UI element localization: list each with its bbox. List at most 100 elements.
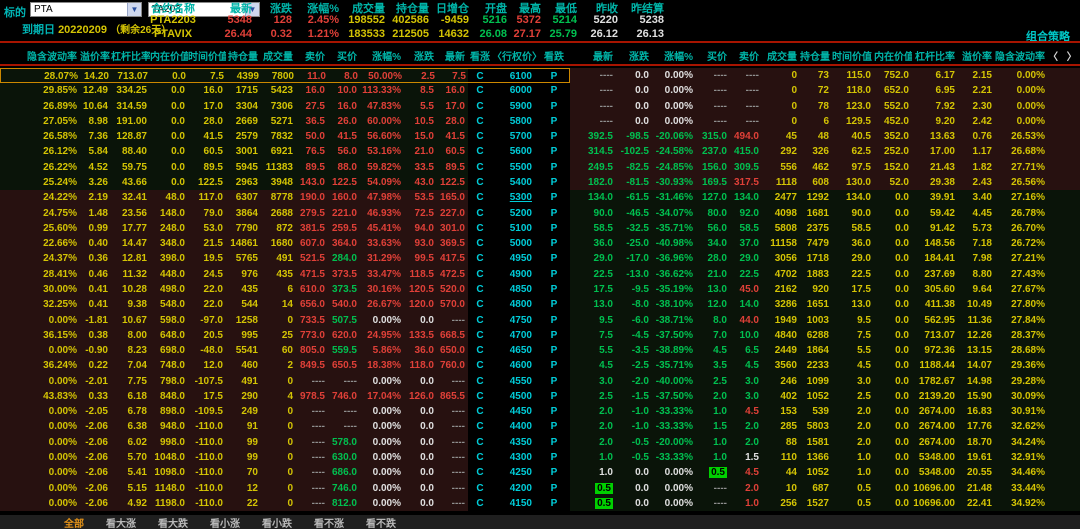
filter-tab-1[interactable]: 全部 bbox=[64, 515, 84, 529]
option-row-4200[interactable]: 0.00%-2.065.151148.0-110.0120----746.00.… bbox=[0, 481, 1080, 496]
option-row-5600[interactable]: 26.12%5.8488.400.060.53001692176.556.053… bbox=[0, 144, 1080, 159]
call-column-header[interactable]: 最新 bbox=[437, 44, 468, 64]
option-row-4650[interactable]: 0.00%-0.908.23698.0-48.0554160805.0559.5… bbox=[0, 343, 1080, 358]
strike-price[interactable]: 4800 bbox=[492, 297, 538, 312]
call-column-header[interactable]: 隐含波动率 bbox=[0, 44, 80, 64]
option-row-5200[interactable]: 24.75%1.4823.56148.079.038642688279.5221… bbox=[0, 206, 1080, 221]
option-row-4600[interactable]: 36.24%0.227.04748.012.04602849.5650.518.… bbox=[0, 358, 1080, 373]
strike-price[interactable]: 5700 bbox=[492, 129, 538, 144]
strike-column-header[interactable]: 看跌 bbox=[538, 44, 570, 64]
put-column-header[interactable]: 时间价值 bbox=[832, 44, 874, 64]
option-row-4150[interactable]: 0.00%-2.064.921198.0-110.0220----812.00.… bbox=[0, 496, 1080, 511]
strike-price[interactable]: 5800 bbox=[492, 114, 538, 129]
option-row-4700[interactable]: 36.15%0.388.00648.020.599525773.0620.024… bbox=[0, 328, 1080, 343]
put-column-header[interactable]: 涨跌 bbox=[616, 44, 652, 64]
option-row-4300[interactable]: 0.00%-2.065.701048.0-110.0990----630.00.… bbox=[0, 450, 1080, 465]
strike-price[interactable]: 5200 bbox=[492, 206, 538, 221]
filter-tab-3[interactable]: 看大跌 bbox=[158, 515, 188, 529]
put-column-header[interactable]: 持仓量 bbox=[800, 44, 832, 64]
put-column-header[interactable]: 卖价 bbox=[730, 44, 762, 64]
put-column-header[interactable]: 杠杆比率 bbox=[912, 44, 958, 64]
filter-tab-6[interactable]: 看不涨 bbox=[314, 515, 344, 529]
option-row-4450[interactable]: 0.00%-2.056.78898.0-109.52490--------0.0… bbox=[0, 404, 1080, 419]
filter-tab-7[interactable]: 看不跌 bbox=[366, 515, 396, 529]
chevron-down-icon[interactable]: ▼ bbox=[127, 3, 141, 16]
filter-tab-5[interactable]: 看小跌 bbox=[262, 515, 292, 529]
option-row-4800[interactable]: 32.25%0.419.38548.022.054414656.0540.026… bbox=[0, 297, 1080, 312]
strike-price[interactable]: 4500 bbox=[492, 389, 538, 404]
strike-price[interactable]: 5000 bbox=[492, 236, 538, 251]
call-column-header[interactable]: 卖价 bbox=[296, 44, 328, 64]
put-column-header[interactable]: 涨幅% bbox=[652, 44, 696, 64]
strike-price[interactable]: 4300 bbox=[492, 450, 538, 465]
strike-price[interactable]: 4350 bbox=[492, 435, 538, 450]
option-row-5400[interactable]: 25.24%3.2643.660.0122.529633948143.0122.… bbox=[0, 175, 1080, 190]
put-column-header[interactable]: 溢价率 bbox=[958, 44, 995, 64]
option-row-4900[interactable]: 28.41%0.4611.32448.024.5976435471.5373.5… bbox=[0, 267, 1080, 282]
strike-price[interactable]: 5300 bbox=[492, 190, 538, 205]
put-cell: 5.5 bbox=[832, 343, 874, 358]
strike-price[interactable]: 4850 bbox=[492, 282, 538, 297]
strike-price[interactable]: 4750 bbox=[492, 313, 538, 328]
put-column-header[interactable]: 内在价值 bbox=[874, 44, 912, 64]
filter-tab-4[interactable]: 看小涨 bbox=[210, 515, 240, 529]
option-row-4400[interactable]: 0.00%-2.066.38948.0-110.0910--------0.00… bbox=[0, 419, 1080, 434]
option-row-5700[interactable]: 26.58%7.36128.870.041.52579783250.041.55… bbox=[0, 129, 1080, 144]
strike-price[interactable]: 6000 bbox=[492, 83, 538, 98]
option-row-5800[interactable]: 27.05%8.98191.000.028.02669527136.526.06… bbox=[0, 114, 1080, 129]
call-column-header[interactable]: 溢价率 bbox=[80, 44, 111, 64]
option-row-6100[interactable]: 28.07%14.20713.070.07.54399780011.08.050… bbox=[0, 68, 1080, 83]
option-row-6000[interactable]: 29.85%12.49334.250.016.01715542316.010.0… bbox=[0, 83, 1080, 98]
put-column-header[interactable]: 隐含波动率 bbox=[995, 44, 1048, 64]
option-row-4950[interactable]: 24.37%0.3612.81398.019.55765491521.5284.… bbox=[0, 251, 1080, 266]
strike-price[interactable]: 4400 bbox=[492, 419, 538, 434]
option-row-4550[interactable]: 0.00%-2.017.75798.0-107.54910--------0.0… bbox=[0, 374, 1080, 389]
strike-price[interactable]: 4250 bbox=[492, 465, 538, 480]
strike-column-header[interactable]: 看涨 bbox=[468, 44, 492, 64]
strike-price[interactable]: 4950 bbox=[492, 251, 538, 266]
strike-price[interactable]: 4600 bbox=[492, 358, 538, 373]
call-column-header[interactable]: 涨跌 bbox=[404, 44, 437, 64]
put-column-header[interactable]: 买价 bbox=[696, 44, 730, 64]
option-row-4350[interactable]: 0.00%-2.066.02998.0-110.0990----578.00.0… bbox=[0, 435, 1080, 450]
option-row-4850[interactable]: 30.00%0.4110.28498.022.04356610.0373.530… bbox=[0, 282, 1080, 297]
option-row-4250[interactable]: 0.00%-2.065.411098.0-110.0700----686.00.… bbox=[0, 465, 1080, 480]
strike-price[interactable]: 6100 bbox=[492, 69, 538, 82]
put-column-header[interactable]: 成交量 bbox=[762, 44, 800, 64]
call-column-header[interactable]: 买价 bbox=[328, 44, 360, 64]
option-row-5100[interactable]: 25.60%0.9917.77248.053.07790872381.5259.… bbox=[0, 221, 1080, 236]
call-column-header[interactable]: 杠杆比率 bbox=[111, 44, 150, 64]
instrument-name[interactable]: PTAVIX bbox=[150, 28, 198, 41]
put-column-header[interactable]: 最新 bbox=[570, 44, 616, 64]
option-row-5000[interactable]: 22.66%0.4014.47348.021.5148611680607.036… bbox=[0, 236, 1080, 251]
option-row-5300[interactable]: 24.22%2.1932.4148.0117.063078778190.0160… bbox=[0, 190, 1080, 205]
call-column-header[interactable]: 内在价值 bbox=[150, 44, 188, 64]
option-row-4500[interactable]: 43.83%0.336.18848.017.52904978.5746.017.… bbox=[0, 389, 1080, 404]
call-column-header[interactable]: 涨幅% bbox=[360, 44, 404, 64]
strike-price[interactable]: 4900 bbox=[492, 267, 538, 282]
call-column-header[interactable]: 成交量 bbox=[261, 44, 296, 64]
strike-price[interactable]: 4650 bbox=[492, 343, 538, 358]
strike-price[interactable]: 5900 bbox=[492, 99, 538, 114]
strike-price[interactable]: 5600 bbox=[492, 144, 538, 159]
strike-price[interactable]: 4200 bbox=[492, 481, 538, 496]
strike-price[interactable]: 4450 bbox=[492, 404, 538, 419]
strike-column-header[interactable]: 〈行权价〉 bbox=[492, 44, 538, 64]
put-cell: -98.5 bbox=[616, 129, 652, 144]
strike-price[interactable]: 4550 bbox=[492, 374, 538, 389]
put-cell: 0.00% bbox=[652, 68, 696, 83]
option-row-5500[interactable]: 26.22%4.5259.750.089.559451138389.588.05… bbox=[0, 160, 1080, 175]
underlying-select[interactable]: PTA ▼ bbox=[30, 2, 142, 17]
option-row-4750[interactable]: 0.00%-1.8110.67598.0-97.012580733.5507.5… bbox=[0, 313, 1080, 328]
filter-tab-2[interactable]: 看大涨 bbox=[106, 515, 136, 529]
strike-price[interactable]: 5400 bbox=[492, 175, 538, 190]
strike-price[interactable]: 5500 bbox=[492, 160, 538, 175]
option-row-5900[interactable]: 26.89%10.64314.590.017.03304730627.516.0… bbox=[0, 99, 1080, 114]
call-column-header[interactable]: 持仓量 bbox=[226, 44, 261, 64]
strike-price[interactable]: 4150 bbox=[492, 496, 538, 511]
instrument-name[interactable]: PTA2203 bbox=[150, 14, 198, 27]
strike-price[interactable]: 4700 bbox=[492, 328, 538, 343]
strike-price[interactable]: 5100 bbox=[492, 221, 538, 236]
column-scroll-arrows-icon[interactable]: 〈 〉 bbox=[1048, 44, 1080, 64]
call-column-header[interactable]: 时间价值 bbox=[188, 44, 226, 64]
